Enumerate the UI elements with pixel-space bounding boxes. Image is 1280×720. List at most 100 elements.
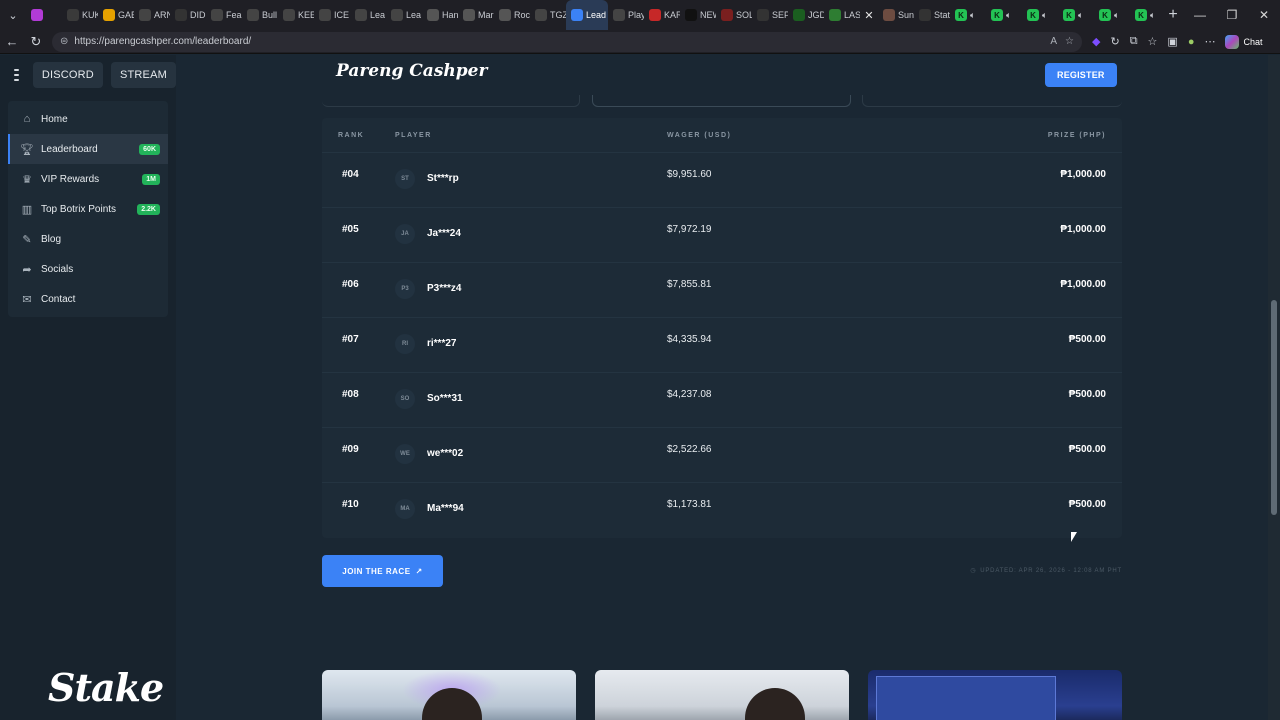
browser-tab[interactable]: LAS xyxy=(824,0,860,30)
stream-button[interactable]: STREAM xyxy=(110,62,176,88)
audio-icon[interactable]: 🔈︎ xyxy=(1114,10,1119,21)
browser-tab[interactable]: Han xyxy=(422,0,458,30)
tab-favicon-icon xyxy=(355,9,367,21)
browser-tab-current[interactable]: Sun xyxy=(878,0,914,30)
extension-icon[interactable]: ◆ xyxy=(1092,35,1100,48)
tab-label: JGD xyxy=(808,10,824,20)
new-tab-button[interactable]: + xyxy=(1161,6,1185,24)
browser-tab[interactable]: GAE xyxy=(98,0,134,30)
prize-cell: ₱500.00 xyxy=(1068,334,1106,345)
kick-tab[interactable]: K 🔈︎ xyxy=(1058,0,1094,30)
audio-icon[interactable]: 🔈︎ xyxy=(1006,10,1011,21)
tab-favicon-icon xyxy=(721,9,733,21)
site-logo[interactable]: Pareng Cashper xyxy=(336,61,487,81)
back-icon[interactable]: ← xyxy=(0,34,24,49)
browser-tab[interactable]: Lea xyxy=(350,0,386,30)
column-rank: RANK xyxy=(338,131,365,139)
prize-cell: ₱500.00 xyxy=(1068,499,1106,510)
blog-card-3[interactable] xyxy=(868,670,1122,720)
page-scrollbar[interactable] xyxy=(1268,55,1280,720)
url-field[interactable]: ⊜ https://parengcashper.com/leaderboard/… xyxy=(52,31,1082,52)
restore-icon[interactable]: ❐ xyxy=(1216,0,1248,30)
tab-favicon-icon xyxy=(919,9,931,21)
tab-label: Fear xyxy=(226,10,242,20)
sidebar-item-top-botrix-points[interactable]: ▥ Top Botrix Points 2.2K xyxy=(8,194,168,224)
browser-tab[interactable]: KEE xyxy=(278,0,314,30)
stake-logo[interactable]: Stake xyxy=(48,665,164,710)
close-tab-icon[interactable]: ✕ xyxy=(860,0,878,30)
sidebar-item-home[interactable]: ⌂ Home xyxy=(8,104,168,134)
tab-label: Roc xyxy=(514,10,530,20)
browser-tab[interactable]: Bull xyxy=(242,0,278,30)
blog-card-1[interactable] xyxy=(322,670,576,720)
read-aloud-icon[interactable]: A xyxy=(1050,36,1057,47)
sidebar-item-socials[interactable]: ➦ Socials xyxy=(8,254,168,284)
join-race-button[interactable]: JOIN THE RACE ↗ xyxy=(322,555,443,587)
browser-tab[interactable]: KUK xyxy=(62,0,98,30)
browser-tab[interactable]: TGZ xyxy=(530,0,566,30)
crown-icon: ♛ xyxy=(22,173,32,186)
browser-tab[interactable]: JGD xyxy=(788,0,824,30)
player-avatar: SO xyxy=(395,389,415,409)
browser-tab[interactable]: Lead xyxy=(566,0,608,30)
browser-tab[interactable]: Mar xyxy=(458,0,494,30)
audio-icon[interactable]: 🔈︎ xyxy=(1078,10,1083,21)
refresh-icon[interactable]: ↻ xyxy=(24,34,48,50)
player-avatar: RI xyxy=(395,334,415,354)
mail-icon: ✉ xyxy=(22,293,32,306)
browser-tab[interactable]: ICE xyxy=(314,0,350,30)
browser-tab[interactable]: NEW xyxy=(680,0,716,30)
audio-icon[interactable]: 🔈︎ xyxy=(970,10,975,21)
hamburger-menu-icon[interactable] xyxy=(14,69,19,81)
browser-tab[interactable] xyxy=(26,0,62,30)
player-avatar: WE xyxy=(395,444,415,464)
sidebar-item-leaderboard[interactable]: 🏆︎ Leaderboard 60K xyxy=(8,134,168,164)
collections-icon[interactable]: ▣ xyxy=(1167,35,1177,48)
browser-tab[interactable]: Stat xyxy=(914,0,950,30)
extensions-icon[interactable]: ⧉ xyxy=(1130,35,1138,48)
browser-tab[interactable]: Lea xyxy=(386,0,422,30)
prize-cell: ₱1,000.00 xyxy=(1060,169,1106,180)
favorite-star-icon[interactable]: ☆ xyxy=(1065,36,1074,47)
audio-icon[interactable]: 🔈︎ xyxy=(1150,10,1155,21)
minimize-icon[interactable]: — xyxy=(1184,0,1216,30)
kick-tab[interactable]: K 🔈︎ xyxy=(1130,0,1161,30)
tab-label: Lea xyxy=(406,10,422,20)
kick-tab[interactable]: K 🔈︎ xyxy=(1094,0,1130,30)
sidebar-item-contact[interactable]: ✉ Contact xyxy=(8,284,168,314)
kick-tab[interactable]: K 🔈︎ xyxy=(950,0,986,30)
copilot-icon xyxy=(1225,34,1240,49)
more-icon[interactable]: ⋯ xyxy=(1204,35,1215,48)
browser-tab[interactable]: DID xyxy=(170,0,206,30)
kick-icon: K xyxy=(955,9,967,21)
close-window-icon[interactable]: ✕ xyxy=(1248,0,1280,30)
podium-card-center xyxy=(592,95,851,107)
home-icon: ⌂ xyxy=(23,113,31,125)
browser-tab[interactable]: Fear xyxy=(206,0,242,30)
rank-cell: #08 xyxy=(342,389,359,400)
register-button[interactable]: REGISTER xyxy=(1045,63,1117,87)
profile-avatar-icon[interactable]: ● xyxy=(1188,36,1195,48)
refresh-extension-icon[interactable]: ↻ xyxy=(1110,35,1119,48)
kick-tab[interactable]: K 🔈︎ xyxy=(986,0,1022,30)
sidebar-item-vip-rewards[interactable]: ♛ VIP Rewards 1M xyxy=(8,164,168,194)
browser-tab[interactable]: SOL xyxy=(716,0,752,30)
table-row: #07 RI ri***27 $4,335.94 ₱500.00 xyxy=(322,317,1122,372)
browser-tab[interactable]: Play xyxy=(608,0,644,30)
sidebar-item-blog[interactable]: ✎ Blog xyxy=(8,224,168,254)
favorites-icon[interactable]: ☆ xyxy=(1148,35,1158,48)
discord-button[interactable]: DISCORD xyxy=(32,62,103,88)
site-info-icon[interactable]: ⊜ xyxy=(60,36,68,47)
scrollbar-thumb[interactable] xyxy=(1271,300,1277,515)
blog-card-2[interactable] xyxy=(595,670,849,720)
tab-actions-icon[interactable]: ⌄ xyxy=(0,0,26,30)
chat-button[interactable]: Chat xyxy=(1225,34,1263,49)
sidebar-nav: ⌂ Home 🏆︎ Leaderboard 60K ♛ VIP Rewards 1M ▥ Top … xyxy=(8,101,168,317)
kick-tab[interactable]: K 🔈︎ xyxy=(1022,0,1058,30)
browser-tab[interactable]: ARN xyxy=(134,0,170,30)
blog-icon: ✎ xyxy=(22,233,32,246)
audio-icon[interactable]: 🔈︎ xyxy=(1042,10,1047,21)
browser-tab[interactable]: Roc xyxy=(494,0,530,30)
browser-tab[interactable]: KAR xyxy=(644,0,680,30)
browser-tab[interactable]: SEP xyxy=(752,0,788,30)
